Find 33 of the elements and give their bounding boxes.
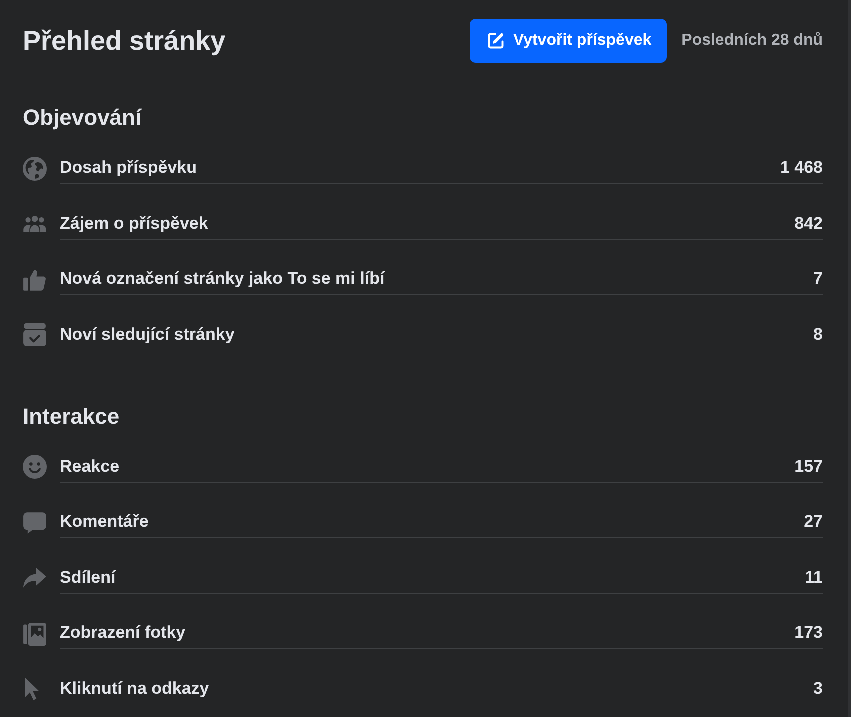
photo-icon (23, 622, 47, 646)
metric-label: Nová označení stránky jako To se mi líbí (60, 269, 385, 289)
metric-value: 842 (794, 214, 823, 234)
create-post-button[interactable]: Vytvořit příspěvek (470, 19, 667, 63)
metric-label: Komentáře (60, 512, 149, 532)
period-label: Posledních 28 dnů (682, 32, 823, 50)
share-arrow-icon (23, 566, 47, 590)
section-title: Interakce (23, 402, 121, 430)
metric-value: 157 (794, 456, 823, 476)
section-title: Objevování (23, 104, 144, 132)
metric-label: Zájem o příspěvek (60, 214, 208, 234)
cursor-icon (23, 677, 41, 701)
metric-label: Dosah příspěvku (60, 158, 197, 178)
metric-label: Noví sledující stránky (60, 324, 235, 344)
metric-value: 7 (814, 269, 823, 289)
metric-label: Kliknutí na odkazy (60, 678, 210, 698)
edit-icon (486, 32, 504, 50)
metric-label: Reakce (60, 456, 120, 476)
metric-value: 1 468 (780, 158, 823, 178)
checked-box-icon (23, 323, 47, 347)
metric-value: 27 (804, 512, 823, 532)
people-icon (23, 216, 47, 232)
speech-bubble-icon (23, 510, 47, 534)
globe-icon (23, 156, 47, 180)
metric-label: Zobrazení fotky (60, 623, 186, 643)
thumbs-up-icon (23, 268, 47, 292)
page-title: Přehled stránky (23, 25, 227, 57)
metric-value: 11 (805, 568, 823, 588)
smiley-icon (23, 455, 47, 479)
metric-value: 3 (814, 678, 823, 698)
metric-value: 8 (814, 324, 823, 344)
metric-value: 173 (794, 623, 823, 643)
metric-label: Sdílení (60, 568, 116, 588)
